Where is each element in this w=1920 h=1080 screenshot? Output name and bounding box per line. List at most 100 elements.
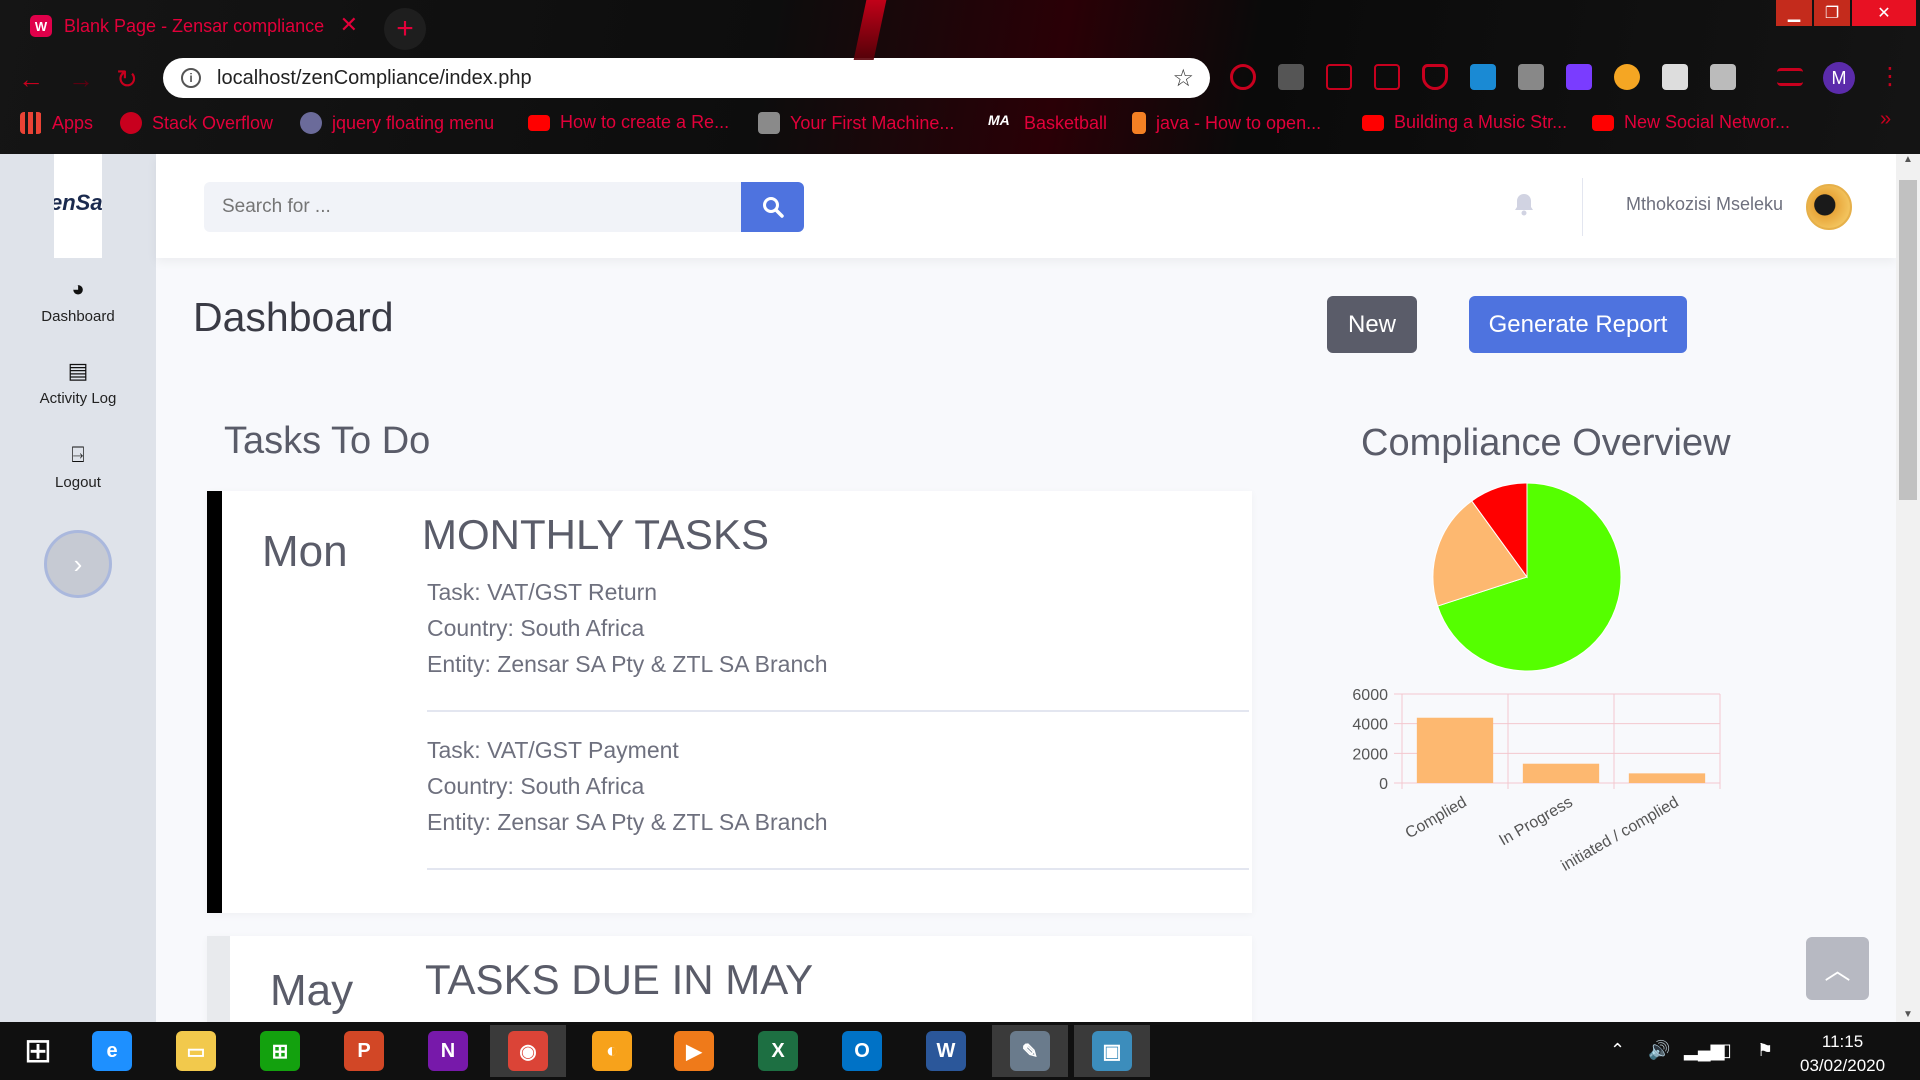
bookmark-new-social-network[interactable]: New Social Networ... (1592, 112, 1790, 133)
zensar-logo[interactable]: enSa (54, 154, 102, 258)
honey-extension-icon[interactable] (1614, 64, 1640, 90)
address-bar[interactable]: i localhost/zenCompliance/index.php ☆ (163, 58, 1210, 98)
search-input[interactable] (204, 182, 741, 232)
browser-tab[interactable]: W Blank Page - Zensar compliance ✕ (12, 6, 370, 46)
taskbar-app[interactable]: P (326, 1025, 402, 1077)
start-button[interactable]: ⊞ (0, 1025, 76, 1077)
new-tab-icon[interactable]: + (384, 8, 426, 50)
user-name[interactable]: Mthokozisi Mseleku (1626, 194, 1783, 215)
compliance-bar-chart: 0 2000 4000 6000 Complied In Progressinitiate… (1352, 687, 1721, 875)
taskbar-app[interactable]: N (410, 1025, 486, 1077)
y-tick-label: 0 (1379, 776, 1388, 793)
profile-avatar[interactable]: M (1823, 62, 1855, 94)
taskbar-app[interactable]: X (740, 1025, 816, 1077)
fl-studio-icon: ◐ (592, 1031, 632, 1071)
sidebar-toggle-button[interactable]: › (44, 530, 112, 598)
flag-icon[interactable]: ⚑ (1757, 1040, 1773, 1061)
taskbar-app[interactable]: ⊞ (242, 1025, 318, 1077)
taskbar-app[interactable]: ▭ (158, 1025, 234, 1077)
youtube-icon (1592, 114, 1614, 131)
back-icon[interactable]: ← (18, 64, 44, 95)
start-button: ⊞ (18, 1031, 58, 1071)
bell-icon[interactable] (1513, 192, 1535, 222)
browser-menu-icon[interactable]: ⋮ (1878, 62, 1902, 91)
compliance-pie-chart (1432, 482, 1622, 672)
scroll-down-icon[interactable]: ▼ (1896, 1009, 1920, 1020)
sidebar-item-activity-log[interactable]: ▤ Activity Log (0, 358, 156, 407)
sidebar-item-dashboard[interactable]: ◕ Dashboard (0, 276, 156, 325)
forward-icon[interactable]: → (68, 64, 94, 95)
print-extension-icon[interactable] (1710, 64, 1736, 90)
network-icon[interactable]: ▂▄▆ (1684, 1040, 1724, 1061)
playlist-icon[interactable] (1777, 68, 1803, 86)
bookmark-stack-overflow[interactable]: Stack Overflow (120, 112, 273, 134)
bookmark-apps[interactable]: Apps (20, 112, 93, 134)
pdf-extension-icon[interactable] (1374, 64, 1400, 90)
bookmark-building-a-music[interactable]: Building a Music Str... (1362, 112, 1567, 133)
tag-extension-icon[interactable] (1566, 64, 1592, 90)
scroll-up-icon[interactable]: ▲ (1896, 154, 1920, 165)
paint-icon: ✎ (1010, 1031, 1050, 1071)
screenshot-extension-icon[interactable] (1518, 64, 1544, 90)
sidebar-item-label: Logout (55, 474, 101, 491)
new-button[interactable]: New (1327, 296, 1417, 353)
sidebar-item-label: Activity Log (39, 390, 117, 407)
tray-overflow-icon[interactable]: ⌃ (1610, 1040, 1625, 1061)
taskbar-app[interactable]: O (824, 1025, 900, 1077)
task-separator (427, 710, 1249, 712)
bookmarks-overflow-icon[interactable]: » (1880, 108, 1891, 131)
close-window-icon[interactable]: ✕ (1852, 0, 1916, 26)
device-icon[interactable]: ▯ (1722, 1040, 1732, 1061)
taskbar-app[interactable]: ▣ (1074, 1025, 1150, 1077)
user-avatar[interactable] (1806, 184, 1852, 230)
bar (1522, 763, 1600, 783)
site-info-icon[interactable]: i (181, 68, 201, 88)
back-to-top-button[interactable]: ︿ (1806, 937, 1869, 1000)
stackoverflow-icon (120, 112, 142, 134)
volume-icon[interactable]: 🔊 (1648, 1040, 1670, 1061)
extension-icon[interactable] (1230, 64, 1256, 90)
restore-icon[interactable]: ❐ (1814, 0, 1850, 26)
chevron-right-icon: › (73, 548, 83, 579)
page-icon (758, 112, 780, 134)
sidebar-item-logout[interactable]: ⍈ Logout (0, 442, 156, 491)
compliance-overview-heading: Compliance Overview (1361, 422, 1731, 464)
tab-close-icon[interactable]: ✕ (340, 12, 358, 38)
taskbar-app[interactable]: ▶ (656, 1025, 732, 1077)
reader-extension-icon[interactable] (1662, 64, 1688, 90)
file-explorer-icon: ▭ (176, 1031, 216, 1071)
page-viewport: enSa ◕ Dashboard ▤ Activity Log ⍈ Logout… (0, 154, 1920, 1022)
snowflake-extension-icon[interactable] (1470, 64, 1496, 90)
system-clock[interactable]: 11:15 03/02/2020 (1800, 1030, 1885, 1078)
search-button[interactable] (741, 182, 804, 232)
bookmark-star-icon[interactable]: ☆ (1172, 64, 1194, 93)
tab-title: Blank Page - Zensar compliance (64, 15, 325, 36)
youtube-icon (528, 114, 550, 131)
bookmark-how-to-create[interactable]: How to create a Re... (528, 112, 729, 133)
taskbar-app[interactable]: e (74, 1025, 150, 1077)
minimize-icon[interactable]: ▁ (1776, 0, 1812, 26)
task-entity: Entity: Zensar SA Pty & ZTL SA Branch (427, 651, 828, 677)
cart-extension-icon[interactable] (1326, 64, 1352, 90)
task-country: Country: South Africa (427, 615, 645, 641)
page-scrollbar[interactable]: ▲ ▼ (1896, 154, 1920, 1022)
reload-icon[interactable]: ↻ (116, 64, 138, 95)
task-card: Mon MONTHLY TASKS Task: VAT/GST Return C… (207, 491, 1252, 913)
task-name: Task: VAT/GST Payment (427, 737, 679, 763)
shield-extension-icon[interactable] (1422, 64, 1448, 90)
bookmark-java-how-to-open[interactable]: java - How to open... (1132, 112, 1321, 134)
scrollbar-thumb[interactable] (1899, 180, 1917, 500)
bookmark-jquery-floating-menu[interactable]: jquery floating menu (300, 112, 494, 134)
taskbar-app[interactable]: ✎ (992, 1025, 1068, 1077)
task-name: Task: VAT/GST Return (427, 579, 658, 605)
bar (1416, 717, 1494, 783)
taskbar-app[interactable]: W (908, 1025, 984, 1077)
bookmark-basketball[interactable]: MA Basketball (988, 112, 1107, 134)
taskbar-app[interactable]: ◉ (490, 1025, 566, 1077)
avg-extension-icon[interactable] (1278, 64, 1304, 90)
task-card-heading: MONTHLY TASKS (422, 511, 769, 558)
task-day: May (270, 966, 354, 1015)
taskbar-app[interactable]: ◐ (574, 1025, 650, 1077)
generate-report-button[interactable]: Generate Report (1469, 296, 1687, 353)
bookmark-your-first-machine[interactable]: Your First Machine... (758, 112, 954, 134)
